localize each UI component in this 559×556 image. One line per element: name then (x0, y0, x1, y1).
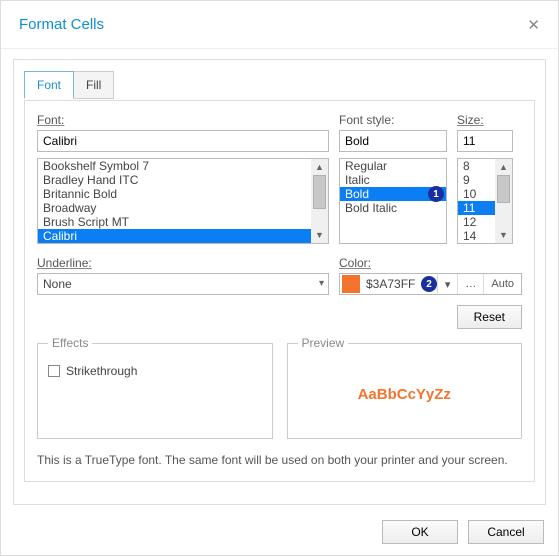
chevron-down-icon: ▾ (319, 278, 324, 289)
underline-select[interactable]: None ▾ (37, 273, 329, 295)
preview-sample: AaBbCcYyZz (298, 358, 512, 430)
list-item[interactable]: Bradley Hand ITC (38, 173, 311, 187)
format-cells-dialog: Format Cells ✕ Font Fill Font: Bookshelf… (0, 0, 559, 556)
titlebar: Format Cells ✕ (1, 1, 558, 49)
list-item[interactable]: Broadway (38, 201, 311, 215)
scroll-up-icon[interactable]: ▲ (311, 159, 328, 175)
list-item[interactable]: Bookshelf Symbol 7 (38, 159, 311, 173)
marker-1: 1 (428, 186, 444, 202)
list-item[interactable]: 14 (458, 229, 495, 243)
scroll-thumb[interactable] (313, 175, 326, 209)
preview-group: Preview AaBbCcYyZz (287, 343, 523, 439)
dialog-title: Format Cells (19, 16, 104, 33)
list-item[interactable]: 10 (458, 187, 495, 201)
font-scrollbar[interactable]: ▲ ▼ (311, 159, 328, 243)
underline-value: None (43, 277, 72, 291)
style-input[interactable] (339, 130, 447, 152)
strikethrough-checkbox[interactable]: Strikethrough (48, 364, 262, 378)
cancel-button[interactable]: Cancel (468, 520, 544, 544)
checkbox-icon (48, 365, 60, 377)
color-swatch (342, 275, 360, 293)
color-control[interactable]: $3A73FF 2 ▾ … Auto (339, 273, 522, 295)
marker-2: 2 (421, 276, 437, 292)
scroll-up-icon[interactable]: ▲ (495, 159, 512, 175)
list-item[interactable]: Brush Script MT (38, 215, 311, 229)
style-label: Font style: (339, 113, 447, 127)
strikethrough-label: Strikethrough (66, 364, 137, 378)
list-item[interactable]: Bold Italic (340, 201, 446, 215)
list-item-selected[interactable]: 11 (458, 201, 495, 215)
reset-button[interactable]: Reset (457, 305, 522, 329)
scroll-down-icon[interactable]: ▼ (495, 227, 512, 243)
tab-font[interactable]: Font (24, 71, 74, 99)
list-item[interactable]: Regular (340, 159, 446, 173)
list-item[interactable]: 9 (458, 173, 495, 187)
underline-label: Underline: (37, 256, 329, 270)
list-item[interactable]: Italic (340, 173, 446, 187)
color-label: Color: (339, 256, 522, 270)
scroll-thumb[interactable] (497, 175, 510, 203)
chevron-down-icon[interactable]: ▾ (437, 274, 458, 294)
list-item-selected[interactable]: Calibri (38, 229, 311, 243)
font-input[interactable] (37, 130, 329, 152)
size-input[interactable] (457, 130, 513, 152)
font-panel: Font: Bookshelf Symbol 7 Bradley Hand IT… (24, 100, 535, 482)
font-list[interactable]: Bookshelf Symbol 7 Bradley Hand ITC Brit… (37, 158, 329, 244)
list-item[interactable]: Britannic Bold (38, 187, 311, 201)
ok-button[interactable]: OK (382, 520, 458, 544)
effects-legend: Effects (48, 336, 92, 350)
preview-legend: Preview (298, 336, 349, 350)
list-item[interactable]: 12 (458, 215, 495, 229)
footnote-text: This is a TrueType font. The same font w… (37, 453, 522, 467)
effects-group: Effects Strikethrough (37, 343, 273, 439)
size-list[interactable]: 8 9 10 11 12 14 ▲ ▼ (457, 158, 513, 244)
tab-strip: Font Fill (24, 71, 555, 99)
size-label: Size: (457, 113, 513, 127)
size-scrollbar[interactable]: ▲ ▼ (495, 159, 512, 243)
close-icon[interactable]: ✕ (527, 16, 540, 34)
scroll-down-icon[interactable]: ▼ (311, 227, 328, 243)
list-item[interactable]: 8 (458, 159, 495, 173)
auto-button[interactable]: Auto (483, 274, 521, 294)
ellipsis-icon[interactable]: … (457, 274, 483, 294)
style-list[interactable]: Regular Italic Bold Bold Italic 1 (339, 158, 447, 244)
font-label: Font: (37, 113, 329, 127)
tab-fill[interactable]: Fill (74, 71, 114, 99)
footer: OK Cancel (1, 509, 558, 555)
content-area: Font Fill Font: Bookshelf Symbol 7 Bradl… (13, 59, 546, 505)
